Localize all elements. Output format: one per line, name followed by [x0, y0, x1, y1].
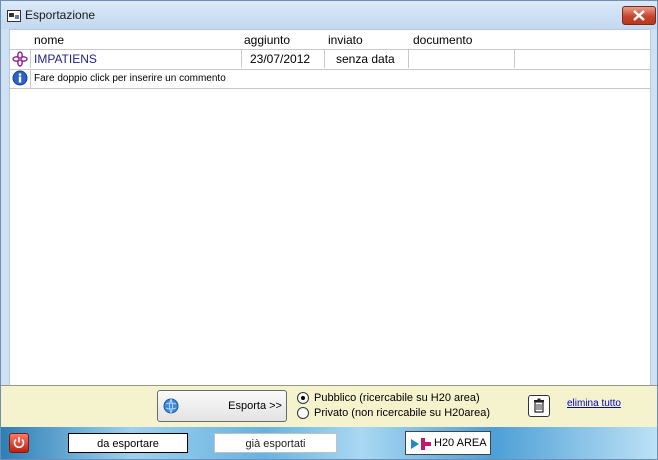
close-icon [633, 10, 645, 21]
power-icon [13, 437, 25, 449]
tab-gia-esportati[interactable]: già esportati [214, 433, 337, 453]
radio-pubblico-label[interactable]: Pubblico (ricercabile su H20 area) [314, 392, 480, 404]
column-divider [324, 49, 325, 68]
power-button[interactable] [9, 433, 29, 453]
row-inviato: senza data [336, 52, 395, 66]
tab-da-esportare[interactable]: da esportare [68, 433, 188, 453]
column-divider [408, 49, 409, 68]
export-button[interactable]: Esporta >> [157, 390, 287, 422]
comment-row[interactable]: Fare doppio click per inserire un commen… [10, 69, 650, 89]
globe-icon [163, 398, 179, 419]
column-divider [30, 49, 31, 68]
delete-all-button[interactable] [528, 395, 550, 417]
radio-privato[interactable] [297, 407, 309, 419]
h2o-logo-icon [411, 438, 431, 450]
trash-icon [534, 398, 544, 413]
window-app-icon [7, 9, 21, 22]
action-panel: Esporta >> Pubblico (ricercabile su H20 … [1, 385, 657, 428]
h2o-area-label: H20 AREA [434, 437, 487, 449]
close-button[interactable] [622, 6, 656, 25]
export-button-label: Esporta >> [228, 400, 282, 412]
column-header-nome[interactable]: nome [34, 33, 64, 47]
column-header-documento[interactable]: documento [413, 33, 472, 47]
info-icon [12, 70, 28, 91]
delete-all-link[interactable]: elimina tutto [567, 398, 621, 409]
window-title: Esportazione [25, 8, 96, 22]
radio-privato-label[interactable]: Privato (non ricercabile su H20area) [314, 407, 490, 419]
column-divider [241, 49, 242, 68]
radio-pubblico[interactable] [297, 392, 309, 404]
column-header-inviato[interactable]: inviato [328, 33, 363, 47]
export-window: Esportazione nome aggiunto inviato docum… [0, 0, 658, 460]
footer-bar: da esportare già esportati H20 AREA [1, 427, 657, 459]
title-bar: Esportazione [1, 1, 657, 29]
row-aggiunto: 23/07/2012 [250, 52, 311, 66]
row-nome: IMPATIENS [34, 52, 97, 66]
comment-hint: Fare doppio click per inserire un commen… [34, 73, 226, 84]
column-divider [30, 69, 31, 88]
h2o-area-button[interactable]: H20 AREA [405, 431, 491, 455]
column-divider [514, 49, 515, 68]
column-header-aggiunto[interactable]: aggiunto [244, 33, 290, 47]
export-list[interactable]: nome aggiunto inviato documento IMPATIEN… [9, 29, 651, 387]
table-row[interactable]: IMPATIENS 23/07/2012 senza data [10, 49, 650, 70]
